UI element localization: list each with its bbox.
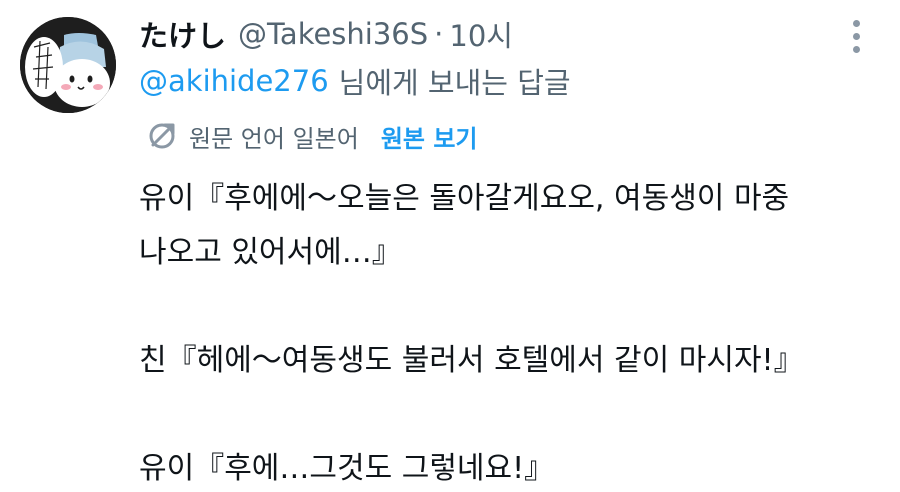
separator-dot: · — [434, 17, 444, 51]
more-options-button[interactable] — [849, 20, 865, 54]
replying-to-line: @akihide276 님에게 보내는 답글 — [139, 60, 571, 102]
tweet-timestamp[interactable]: 10시 — [449, 13, 513, 55]
reply-mention-link[interactable]: @akihide276 — [139, 64, 329, 98]
author-avatar[interactable] — [20, 17, 116, 113]
translate-icon — [149, 123, 175, 149]
character-avatar-icon — [20, 17, 116, 113]
tweet-text-line: 유이『후에…그것도 그렇네요!』 — [139, 451, 555, 486]
tweet[interactable]: たけし @Takeshi36S · 10시 @akihide276 님에게 보내… — [0, 0, 900, 492]
show-original-link[interactable]: 원본 보기 — [381, 119, 478, 154]
author-display-name[interactable]: たけし — [139, 13, 226, 55]
translation-bar: 원문 언어 일본어 원본 보기 — [145, 116, 478, 156]
reply-to-label: 님에게 보내는 답글 — [338, 66, 571, 100]
translation-source-note: 원문 언어 일본어 — [189, 124, 359, 153]
tweet-text-line: 유이『후에에〜오늘은 돌아갈게요오, 여동생이 마중 — [139, 181, 790, 216]
tweet-header: たけし @Takeshi36S · 10시 — [139, 13, 513, 55]
tweet-text-line: 나오고 있어서에…』 — [139, 235, 402, 270]
tweet-body: 유이『후에에〜오늘은 돌아갈게요오, 여동생이 마중 나오고 있어서에…』 친『… — [139, 172, 879, 492]
tweet-text-line: 친『헤에〜여동생도 불러서 호텔에서 같이 마시자!』 — [139, 343, 804, 378]
author-handle[interactable]: @Takeshi36S — [238, 17, 428, 51]
